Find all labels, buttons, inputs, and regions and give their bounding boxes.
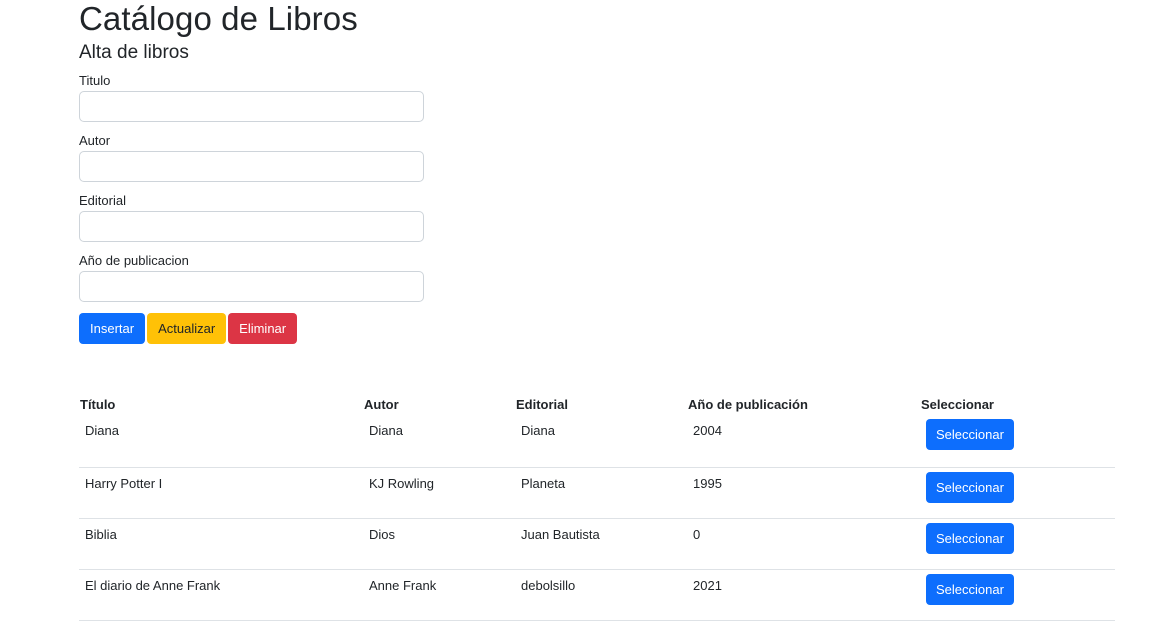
table-row: Biblia Dios Juan Bautista 0 Seleccionar [79, 518, 1115, 570]
cell-author: Dios [363, 518, 515, 570]
cell-publisher: debolsillo [515, 569, 687, 621]
author-label: Autor [79, 133, 111, 148]
header-year: Año de publicación [688, 397, 808, 412]
table-row: Harry Potter I KJ Rowling Planeta 1995 S… [79, 467, 1115, 519]
title-label: Titulo [79, 73, 111, 88]
main-container: Catálogo de Libros Alta de libros Titulo… [79, 0, 1115, 344]
cell-author: Anne Frank [363, 569, 515, 621]
year-label: Año de publicacion [79, 253, 189, 268]
insert-button[interactable]: Insertar [79, 313, 146, 344]
cell-year: 0 [687, 518, 920, 570]
cell-author: KJ Rowling [363, 467, 515, 519]
page: Catálogo de Libros Alta de libros Titulo… [0, 0, 1159, 630]
cell-title: Biblia [79, 518, 363, 570]
table-row: El diario de Anne Frank Anne Frank debol… [79, 569, 1115, 621]
cell-year: 1995 [687, 467, 920, 519]
title-field-group: Titulo [79, 73, 424, 122]
cell-year: 2004 [687, 417, 920, 468]
cell-select: Seleccionar [920, 467, 1115, 519]
table-header: Título Autor Editorial Año de publicació… [79, 396, 1115, 417]
header-author: Autor [364, 397, 399, 412]
author-input[interactable] [79, 151, 424, 182]
form-subtitle: Alta de libros [79, 42, 189, 63]
select-row-button[interactable]: Seleccionar [926, 523, 1014, 554]
header-publisher: Editorial [516, 397, 569, 412]
cell-title: Harry Potter I [79, 467, 363, 519]
cell-select: Seleccionar [920, 417, 1115, 468]
update-button[interactable]: Actualizar [147, 313, 227, 344]
table-body: Diana Diana Diana 2004 Seleccionar Harry… [79, 417, 1115, 621]
title-input[interactable] [79, 91, 424, 122]
book-form: Titulo Autor Editorial Año de publicacio… [79, 73, 1115, 344]
select-row-button[interactable]: Seleccionar [926, 574, 1014, 605]
publisher-field-group: Editorial [79, 193, 424, 242]
table-header-row: Título Autor Editorial Año de publicació… [79, 396, 1115, 417]
select-row-button[interactable]: Seleccionar [926, 472, 1014, 503]
header-title: Título [80, 397, 116, 412]
table-row: Diana Diana Diana 2004 Seleccionar [79, 417, 1115, 468]
cell-select: Seleccionar [920, 569, 1115, 621]
header-select: Seleccionar [921, 397, 994, 412]
cell-publisher: Juan Bautista [515, 518, 687, 570]
cell-publisher: Diana [515, 417, 687, 468]
year-input[interactable] [79, 271, 424, 302]
form-actions: Insertar Actualizar Eliminar [79, 313, 1115, 344]
cell-title: El diario de Anne Frank [79, 569, 363, 621]
books-table: Título Autor Editorial Año de publicació… [79, 396, 1115, 621]
cell-select: Seleccionar [920, 518, 1115, 570]
page-title: Catálogo de Libros [79, 0, 358, 37]
cell-publisher: Planeta [515, 467, 687, 519]
cell-year: 2021 [687, 569, 920, 621]
cell-author: Diana [363, 417, 515, 468]
publisher-label: Editorial [79, 193, 126, 208]
delete-button[interactable]: Eliminar [228, 313, 298, 344]
author-field-group: Autor [79, 133, 424, 182]
cell-title: Diana [79, 417, 363, 468]
select-row-button[interactable]: Seleccionar [926, 419, 1014, 450]
year-field-group: Año de publicacion [79, 253, 424, 302]
publisher-input[interactable] [79, 211, 424, 242]
